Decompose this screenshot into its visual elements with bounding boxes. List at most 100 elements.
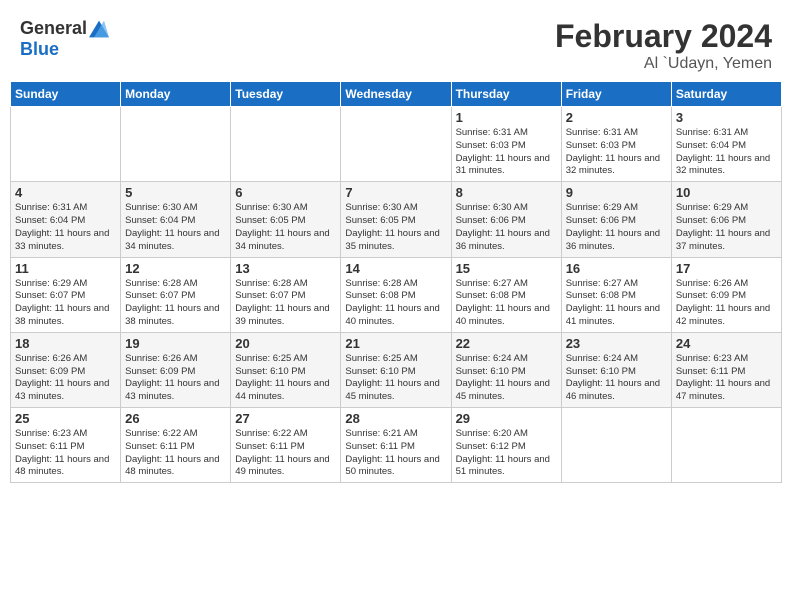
- weekday-header-wednesday: Wednesday: [341, 82, 451, 107]
- day-cell: 11 Sunrise: 6:29 AM Sunset: 6:07 PM Dayli…: [11, 257, 121, 332]
- day-cell: 25 Sunrise: 6:23 AM Sunset: 6:11 PM Dayli…: [11, 408, 121, 483]
- day-number: 6: [235, 185, 336, 200]
- day-number: 26: [125, 411, 226, 426]
- day-number: 14: [345, 261, 446, 276]
- day-cell: 19Sunrise: 6:26 AM Sunset: 6:09 PM Dayli…: [121, 332, 231, 407]
- day-info: Sunrise: 6:31 AM Sunset: 6:04 PM Dayligh…: [676, 127, 777, 178]
- day-number: 5: [125, 185, 226, 200]
- logo: General Blue: [20, 18, 109, 60]
- day-info: Sunrise: 6:29 AM Sunset: 6:06 PM Dayligh…: [676, 202, 777, 253]
- day-cell: 6 Sunrise: 6:30 AM Sunset: 6:05 PM Daylig…: [231, 182, 341, 257]
- day-number: 8: [456, 185, 557, 200]
- day-info: Sunrise: 6:31 AM Sunset: 6:03 PM Dayligh…: [456, 127, 557, 178]
- day-number: 18: [15, 336, 116, 351]
- day-number: 17: [676, 261, 777, 276]
- day-number: 16: [566, 261, 667, 276]
- day-number: 25: [15, 411, 116, 426]
- day-cell: 18 Sunrise: 6:26 AM Sunset: 6:09 PM Dayli…: [11, 332, 121, 407]
- day-info: Sunrise: 6:29 AM Sunset: 6:07 PM Dayligh…: [15, 278, 116, 329]
- day-cell: 21Sunrise: 6:25 AM Sunset: 6:10 PM Dayli…: [341, 332, 451, 407]
- day-cell: 5 Sunrise: 6:30 AM Sunset: 6:04 PM Daylig…: [121, 182, 231, 257]
- day-number: 4: [15, 185, 116, 200]
- weekday-header-sunday: Sunday: [11, 82, 121, 107]
- title-block: February 2024 Al `Udayn, Yemen: [555, 18, 772, 73]
- day-info: Sunrise: 6:28 AM Sunset: 6:07 PM Dayligh…: [235, 278, 336, 329]
- day-cell: 3 Sunrise: 6:31 AM Sunset: 6:04 PM Daylig…: [671, 107, 781, 182]
- day-info: Sunrise: 6:20 AM Sunset: 6:12 PM Dayligh…: [456, 428, 557, 479]
- day-number: 3: [676, 110, 777, 125]
- page-header: General Blue February 2024 Al `Udayn, Ye…: [10, 10, 782, 77]
- week-row-2: 4 Sunrise: 6:31 AM Sunset: 6:04 PM Daylig…: [11, 182, 782, 257]
- week-row-4: 18 Sunrise: 6:26 AM Sunset: 6:09 PM Dayli…: [11, 332, 782, 407]
- day-info: Sunrise: 6:30 AM Sunset: 6:04 PM Dayligh…: [125, 202, 226, 253]
- day-number: 27: [235, 411, 336, 426]
- day-number: 28: [345, 411, 446, 426]
- day-info: Sunrise: 6:29 AM Sunset: 6:06 PM Dayligh…: [566, 202, 667, 253]
- day-cell: 8 Sunrise: 6:30 AM Sunset: 6:06 PM Daylig…: [451, 182, 561, 257]
- week-row-1: 1 Sunrise: 6:31 AM Sunset: 6:03 PM Daylig…: [11, 107, 782, 182]
- day-number: 11: [15, 261, 116, 276]
- day-cell: [121, 107, 231, 182]
- day-cell: 17 Sunrise: 6:26 AM Sunset: 6:09 PM Dayli…: [671, 257, 781, 332]
- day-number: 23: [566, 336, 667, 351]
- day-cell: 26 Sunrise: 6:22 AM Sunset: 6:11 PM Dayli…: [121, 408, 231, 483]
- day-cell: 4 Sunrise: 6:31 AM Sunset: 6:04 PM Daylig…: [11, 182, 121, 257]
- day-info: Sunrise: 6:31 AM Sunset: 6:04 PM Dayligh…: [15, 202, 116, 253]
- day-info: Sunrise: 6:30 AM Sunset: 6:06 PM Dayligh…: [456, 202, 557, 253]
- day-info: Sunrise: 6:28 AM Sunset: 6:07 PM Dayligh…: [125, 278, 226, 329]
- day-cell: 24 Sunrise: 6:23 AM Sunset: 6:11 PM Dayli…: [671, 332, 781, 407]
- day-number: 20: [235, 336, 336, 351]
- day-info: Sunrise: 6:30 AM Sunset: 6:05 PM Dayligh…: [345, 202, 446, 253]
- day-cell: 14 Sunrise: 6:28 AM Sunset: 6:08 PM Dayli…: [341, 257, 451, 332]
- weekday-header-saturday: Saturday: [671, 82, 781, 107]
- day-number: 24: [676, 336, 777, 351]
- day-info: Sunrise: 6:26 AM Sunset: 6:09 PM Dayligh…: [15, 353, 116, 404]
- day-info: Sunrise: 6:27 AM Sunset: 6:08 PM Dayligh…: [456, 278, 557, 329]
- day-cell: 16Sunrise: 6:27 AM Sunset: 6:08 PM Dayli…: [561, 257, 671, 332]
- day-cell: 9Sunrise: 6:29 AM Sunset: 6:06 PM Daylig…: [561, 182, 671, 257]
- day-number: 12: [125, 261, 226, 276]
- day-number: 29: [456, 411, 557, 426]
- day-number: 13: [235, 261, 336, 276]
- day-cell: [671, 408, 781, 483]
- week-row-5: 25 Sunrise: 6:23 AM Sunset: 6:11 PM Dayli…: [11, 408, 782, 483]
- day-number: 15: [456, 261, 557, 276]
- day-info: Sunrise: 6:28 AM Sunset: 6:08 PM Dayligh…: [345, 278, 446, 329]
- day-cell: 7Sunrise: 6:30 AM Sunset: 6:05 PM Daylig…: [341, 182, 451, 257]
- day-cell: 2Sunrise: 6:31 AM Sunset: 6:03 PM Daylig…: [561, 107, 671, 182]
- weekday-header-friday: Friday: [561, 82, 671, 107]
- logo-general-text: General: [20, 18, 87, 39]
- day-number: 1: [456, 110, 557, 125]
- day-cell: [561, 408, 671, 483]
- day-cell: 28Sunrise: 6:21 AM Sunset: 6:11 PM Dayli…: [341, 408, 451, 483]
- day-cell: 23Sunrise: 6:24 AM Sunset: 6:10 PM Dayli…: [561, 332, 671, 407]
- day-cell: 13 Sunrise: 6:28 AM Sunset: 6:07 PM Dayli…: [231, 257, 341, 332]
- day-cell: 10 Sunrise: 6:29 AM Sunset: 6:06 PM Dayli…: [671, 182, 781, 257]
- day-cell: [231, 107, 341, 182]
- weekday-header-tuesday: Tuesday: [231, 82, 341, 107]
- day-info: Sunrise: 6:30 AM Sunset: 6:05 PM Dayligh…: [235, 202, 336, 253]
- day-number: 21: [345, 336, 446, 351]
- day-info: Sunrise: 6:31 AM Sunset: 6:03 PM Dayligh…: [566, 127, 667, 178]
- day-number: 10: [676, 185, 777, 200]
- day-cell: 29 Sunrise: 6:20 AM Sunset: 6:12 PM Dayli…: [451, 408, 561, 483]
- weekday-header-thursday: Thursday: [451, 82, 561, 107]
- day-info: Sunrise: 6:23 AM Sunset: 6:11 PM Dayligh…: [15, 428, 116, 479]
- day-cell: 22Sunrise: 6:24 AM Sunset: 6:10 PM Dayli…: [451, 332, 561, 407]
- location-text: Al `Udayn, Yemen: [555, 55, 772, 73]
- logo-blue-text: Blue: [20, 39, 59, 60]
- day-info: Sunrise: 6:22 AM Sunset: 6:11 PM Dayligh…: [235, 428, 336, 479]
- day-info: Sunrise: 6:23 AM Sunset: 6:11 PM Dayligh…: [676, 353, 777, 404]
- month-title: February 2024: [555, 18, 772, 55]
- day-cell: 1 Sunrise: 6:31 AM Sunset: 6:03 PM Daylig…: [451, 107, 561, 182]
- day-cell: 12 Sunrise: 6:28 AM Sunset: 6:07 PM Dayli…: [121, 257, 231, 332]
- day-cell: 27 Sunrise: 6:22 AM Sunset: 6:11 PM Dayli…: [231, 408, 341, 483]
- day-cell: 20Sunrise: 6:25 AM Sunset: 6:10 PM Dayli…: [231, 332, 341, 407]
- day-info: Sunrise: 6:26 AM Sunset: 6:09 PM Dayligh…: [676, 278, 777, 329]
- day-number: 19: [125, 336, 226, 351]
- calendar-table: SundayMondayTuesdayWednesdayThursdayFrid…: [10, 81, 782, 483]
- day-info: Sunrise: 6:22 AM Sunset: 6:11 PM Dayligh…: [125, 428, 226, 479]
- logo-icon: [89, 19, 109, 39]
- week-row-3: 11 Sunrise: 6:29 AM Sunset: 6:07 PM Dayli…: [11, 257, 782, 332]
- day-cell: [11, 107, 121, 182]
